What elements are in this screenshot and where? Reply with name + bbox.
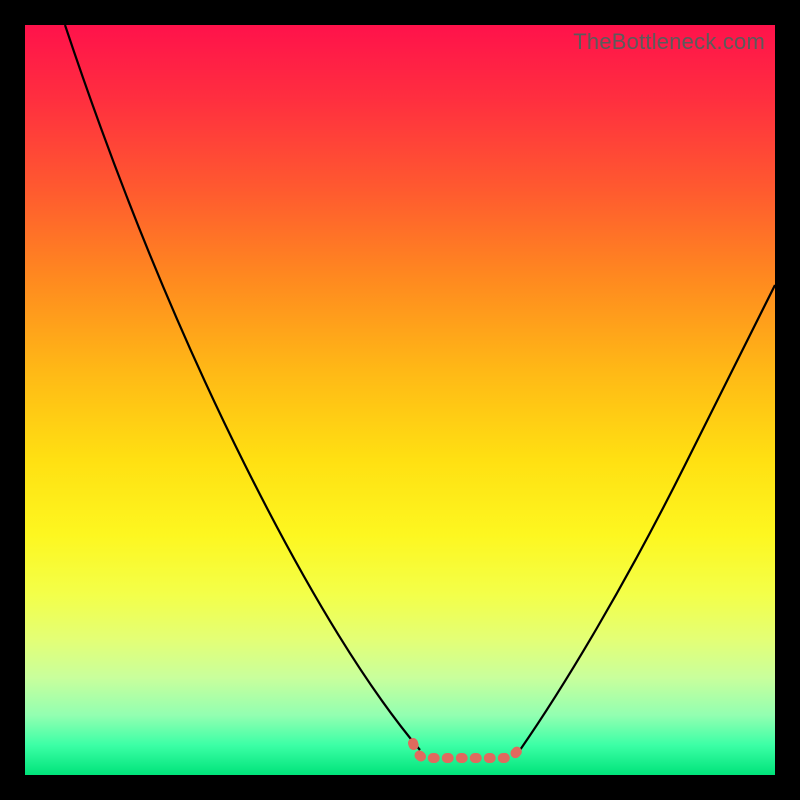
curves-svg: [25, 25, 775, 775]
left-curve: [65, 25, 420, 750]
bottom-marker: [413, 743, 521, 758]
chart-frame: TheBottleneck.com: [0, 0, 800, 800]
plot-area: TheBottleneck.com: [25, 25, 775, 775]
right-curve: [520, 285, 775, 750]
